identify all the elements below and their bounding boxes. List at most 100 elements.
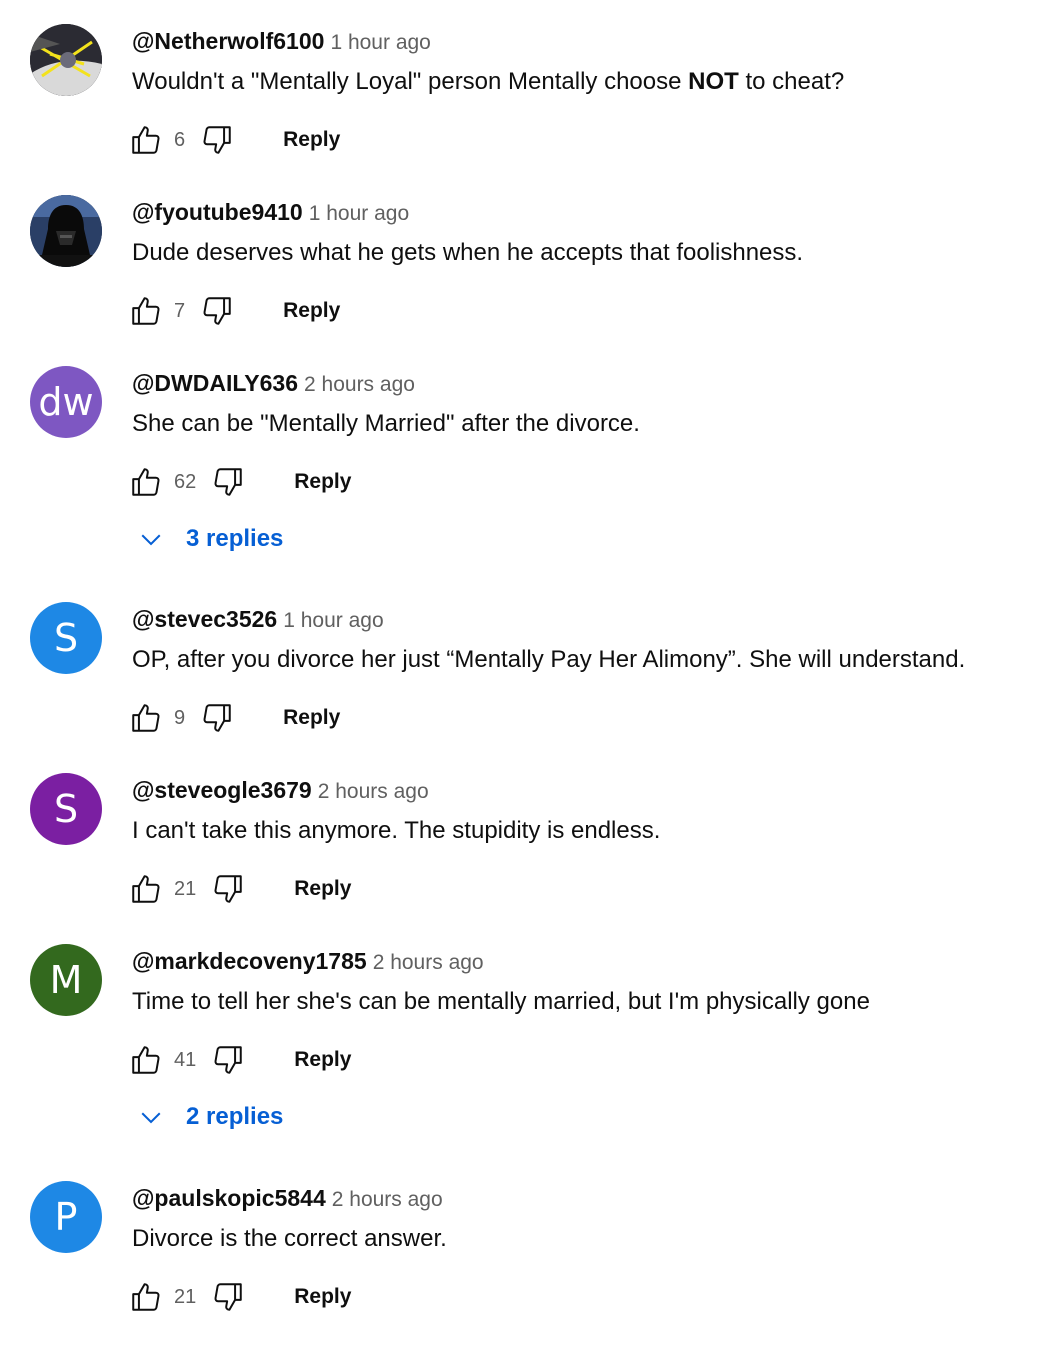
comment-text: Divorce is the correct answer. bbox=[132, 1225, 447, 1252]
like-count: 21 bbox=[174, 877, 197, 900]
like-button[interactable] bbox=[128, 122, 164, 158]
replies-count: 3 replies bbox=[186, 525, 284, 552]
comment-actions: 41 Reply bbox=[128, 1038, 351, 1082]
author-name[interactable]: @fyoutube9410 bbox=[132, 199, 303, 225]
view-replies-button[interactable]: 2 replies bbox=[136, 1102, 283, 1132]
chevron-down-icon bbox=[141, 1112, 161, 1124]
avatar[interactable]: P bbox=[30, 1181, 102, 1253]
reply-button[interactable]: Reply bbox=[294, 470, 351, 494]
comment-header: @steveogle3679 2 hours ago bbox=[132, 777, 429, 804]
comment-text: Time to tell her she's can be mentally m… bbox=[132, 988, 870, 1015]
comment-actions: 7 Reply bbox=[128, 289, 340, 333]
reply-button[interactable]: Reply bbox=[294, 877, 351, 901]
reply-button[interactable]: Reply bbox=[283, 706, 340, 730]
dislike-button[interactable] bbox=[210, 1042, 246, 1078]
thumbs-up-icon bbox=[132, 297, 160, 325]
comment-actions: 9 Reply bbox=[128, 696, 340, 740]
avatar[interactable]: dw bbox=[30, 366, 102, 438]
like-button[interactable] bbox=[128, 1279, 164, 1315]
reply-button[interactable]: Reply bbox=[283, 299, 340, 323]
author-name[interactable]: @stevec3526 bbox=[132, 606, 277, 632]
reply-button[interactable]: Reply bbox=[283, 128, 340, 152]
thumbs-up-icon bbox=[132, 1046, 160, 1074]
dislike-button[interactable] bbox=[199, 122, 235, 158]
comment-text: I can't take this anymore. The stupidity… bbox=[132, 817, 661, 844]
author-name[interactable]: @steveogle3679 bbox=[132, 777, 312, 803]
avatar-letter: M bbox=[49, 958, 83, 1002]
timestamp[interactable]: 2 hours ago bbox=[304, 373, 415, 396]
author-name[interactable]: @markdecoveny1785 bbox=[132, 948, 367, 974]
like-button[interactable] bbox=[128, 464, 164, 500]
view-replies-button[interactable]: 3 replies bbox=[136, 524, 283, 554]
comment-actions: 21 Reply bbox=[128, 867, 351, 911]
comment-text-bold: NOT bbox=[688, 68, 739, 95]
like-button[interactable] bbox=[128, 1042, 164, 1078]
thumbs-down-icon bbox=[214, 468, 242, 496]
like-count: 7 bbox=[174, 299, 186, 322]
like-count: 6 bbox=[174, 128, 186, 151]
thumbs-up-icon bbox=[132, 704, 160, 732]
like-count: 9 bbox=[174, 706, 186, 729]
comment-header: @markdecoveny1785 2 hours ago bbox=[132, 948, 484, 975]
comment-header: @paulskopic5844 2 hours ago bbox=[132, 1185, 443, 1212]
author-name[interactable]: @paulskopic5844 bbox=[132, 1185, 326, 1211]
comment-actions: 62 Reply bbox=[128, 460, 351, 504]
timestamp[interactable]: 2 hours ago bbox=[373, 951, 484, 974]
timestamp[interactable]: 1 hour ago bbox=[309, 202, 409, 225]
avatar[interactable] bbox=[30, 24, 102, 96]
avatar[interactable]: S bbox=[30, 602, 102, 674]
timestamp[interactable]: 2 hours ago bbox=[318, 780, 429, 803]
comment-text: OP, after you divorce her just “Mentally… bbox=[132, 646, 966, 673]
thumbs-up-icon bbox=[132, 875, 160, 903]
chevron-down-icon bbox=[141, 534, 161, 546]
comment-text: Dude deserves what he gets when he accep… bbox=[132, 239, 804, 266]
sci-fi-image-avatar-icon bbox=[30, 24, 102, 96]
author-name[interactable]: @Netherwolf6100 bbox=[132, 28, 324, 54]
dislike-button[interactable] bbox=[210, 464, 246, 500]
thumbs-up-icon bbox=[132, 1283, 160, 1311]
thumbs-down-icon bbox=[214, 1046, 242, 1074]
like-count: 21 bbox=[174, 1285, 197, 1308]
comment-text-part: to cheat? bbox=[738, 68, 845, 95]
thumbs-up-icon bbox=[132, 468, 160, 496]
dislike-button[interactable] bbox=[199, 293, 235, 329]
like-count: 62 bbox=[174, 470, 197, 493]
avatar[interactable]: S bbox=[30, 773, 102, 845]
dislike-button[interactable] bbox=[210, 871, 246, 907]
comment-text-part: Wouldn't a "Mentally Loyal" person Menta… bbox=[132, 68, 689, 95]
like-button[interactable] bbox=[128, 700, 164, 736]
like-button[interactable] bbox=[128, 293, 164, 329]
thumbs-down-icon bbox=[203, 704, 231, 732]
comment-header: @DWDAILY636 2 hours ago bbox=[132, 370, 415, 397]
comment-header: @stevec3526 1 hour ago bbox=[132, 606, 384, 633]
like-button[interactable] bbox=[128, 871, 164, 907]
timestamp[interactable]: 1 hour ago bbox=[283, 609, 383, 632]
reply-button[interactable]: Reply bbox=[294, 1285, 351, 1309]
avatar-letter: S bbox=[53, 616, 79, 660]
avatar[interactable] bbox=[30, 195, 102, 267]
author-name[interactable]: @DWDAILY636 bbox=[132, 370, 298, 396]
thumbs-down-icon bbox=[214, 875, 242, 903]
thumbs-down-icon bbox=[203, 126, 231, 154]
darth-vader-avatar-icon bbox=[30, 195, 102, 267]
replies-count: 2 replies bbox=[186, 1103, 284, 1130]
thumbs-up-icon bbox=[132, 126, 160, 154]
like-count: 41 bbox=[174, 1048, 197, 1071]
avatar-letter: S bbox=[53, 787, 79, 831]
comment-actions: 6 Reply bbox=[128, 118, 340, 162]
avatar[interactable]: M bbox=[30, 944, 102, 1016]
comment-header: @fyoutube9410 1 hour ago bbox=[132, 199, 409, 226]
comment-actions: 21 Reply bbox=[128, 1275, 351, 1319]
comment-header: @Netherwolf6100 1 hour ago bbox=[132, 28, 431, 55]
avatar-letter: dw bbox=[38, 380, 94, 424]
comment-text: She can be "Mentally Married" after the … bbox=[132, 410, 640, 437]
thumbs-down-icon bbox=[214, 1283, 242, 1311]
timestamp[interactable]: 1 hour ago bbox=[330, 31, 430, 54]
dislike-button[interactable] bbox=[210, 1279, 246, 1315]
avatar-letter: P bbox=[54, 1195, 78, 1239]
dislike-button[interactable] bbox=[199, 700, 235, 736]
timestamp[interactable]: 2 hours ago bbox=[332, 1188, 443, 1211]
comment-text: Wouldn't a "Mentally Loyal" person Menta… bbox=[132, 68, 844, 96]
reply-button[interactable]: Reply bbox=[294, 1048, 351, 1072]
thumbs-down-icon bbox=[203, 297, 231, 325]
